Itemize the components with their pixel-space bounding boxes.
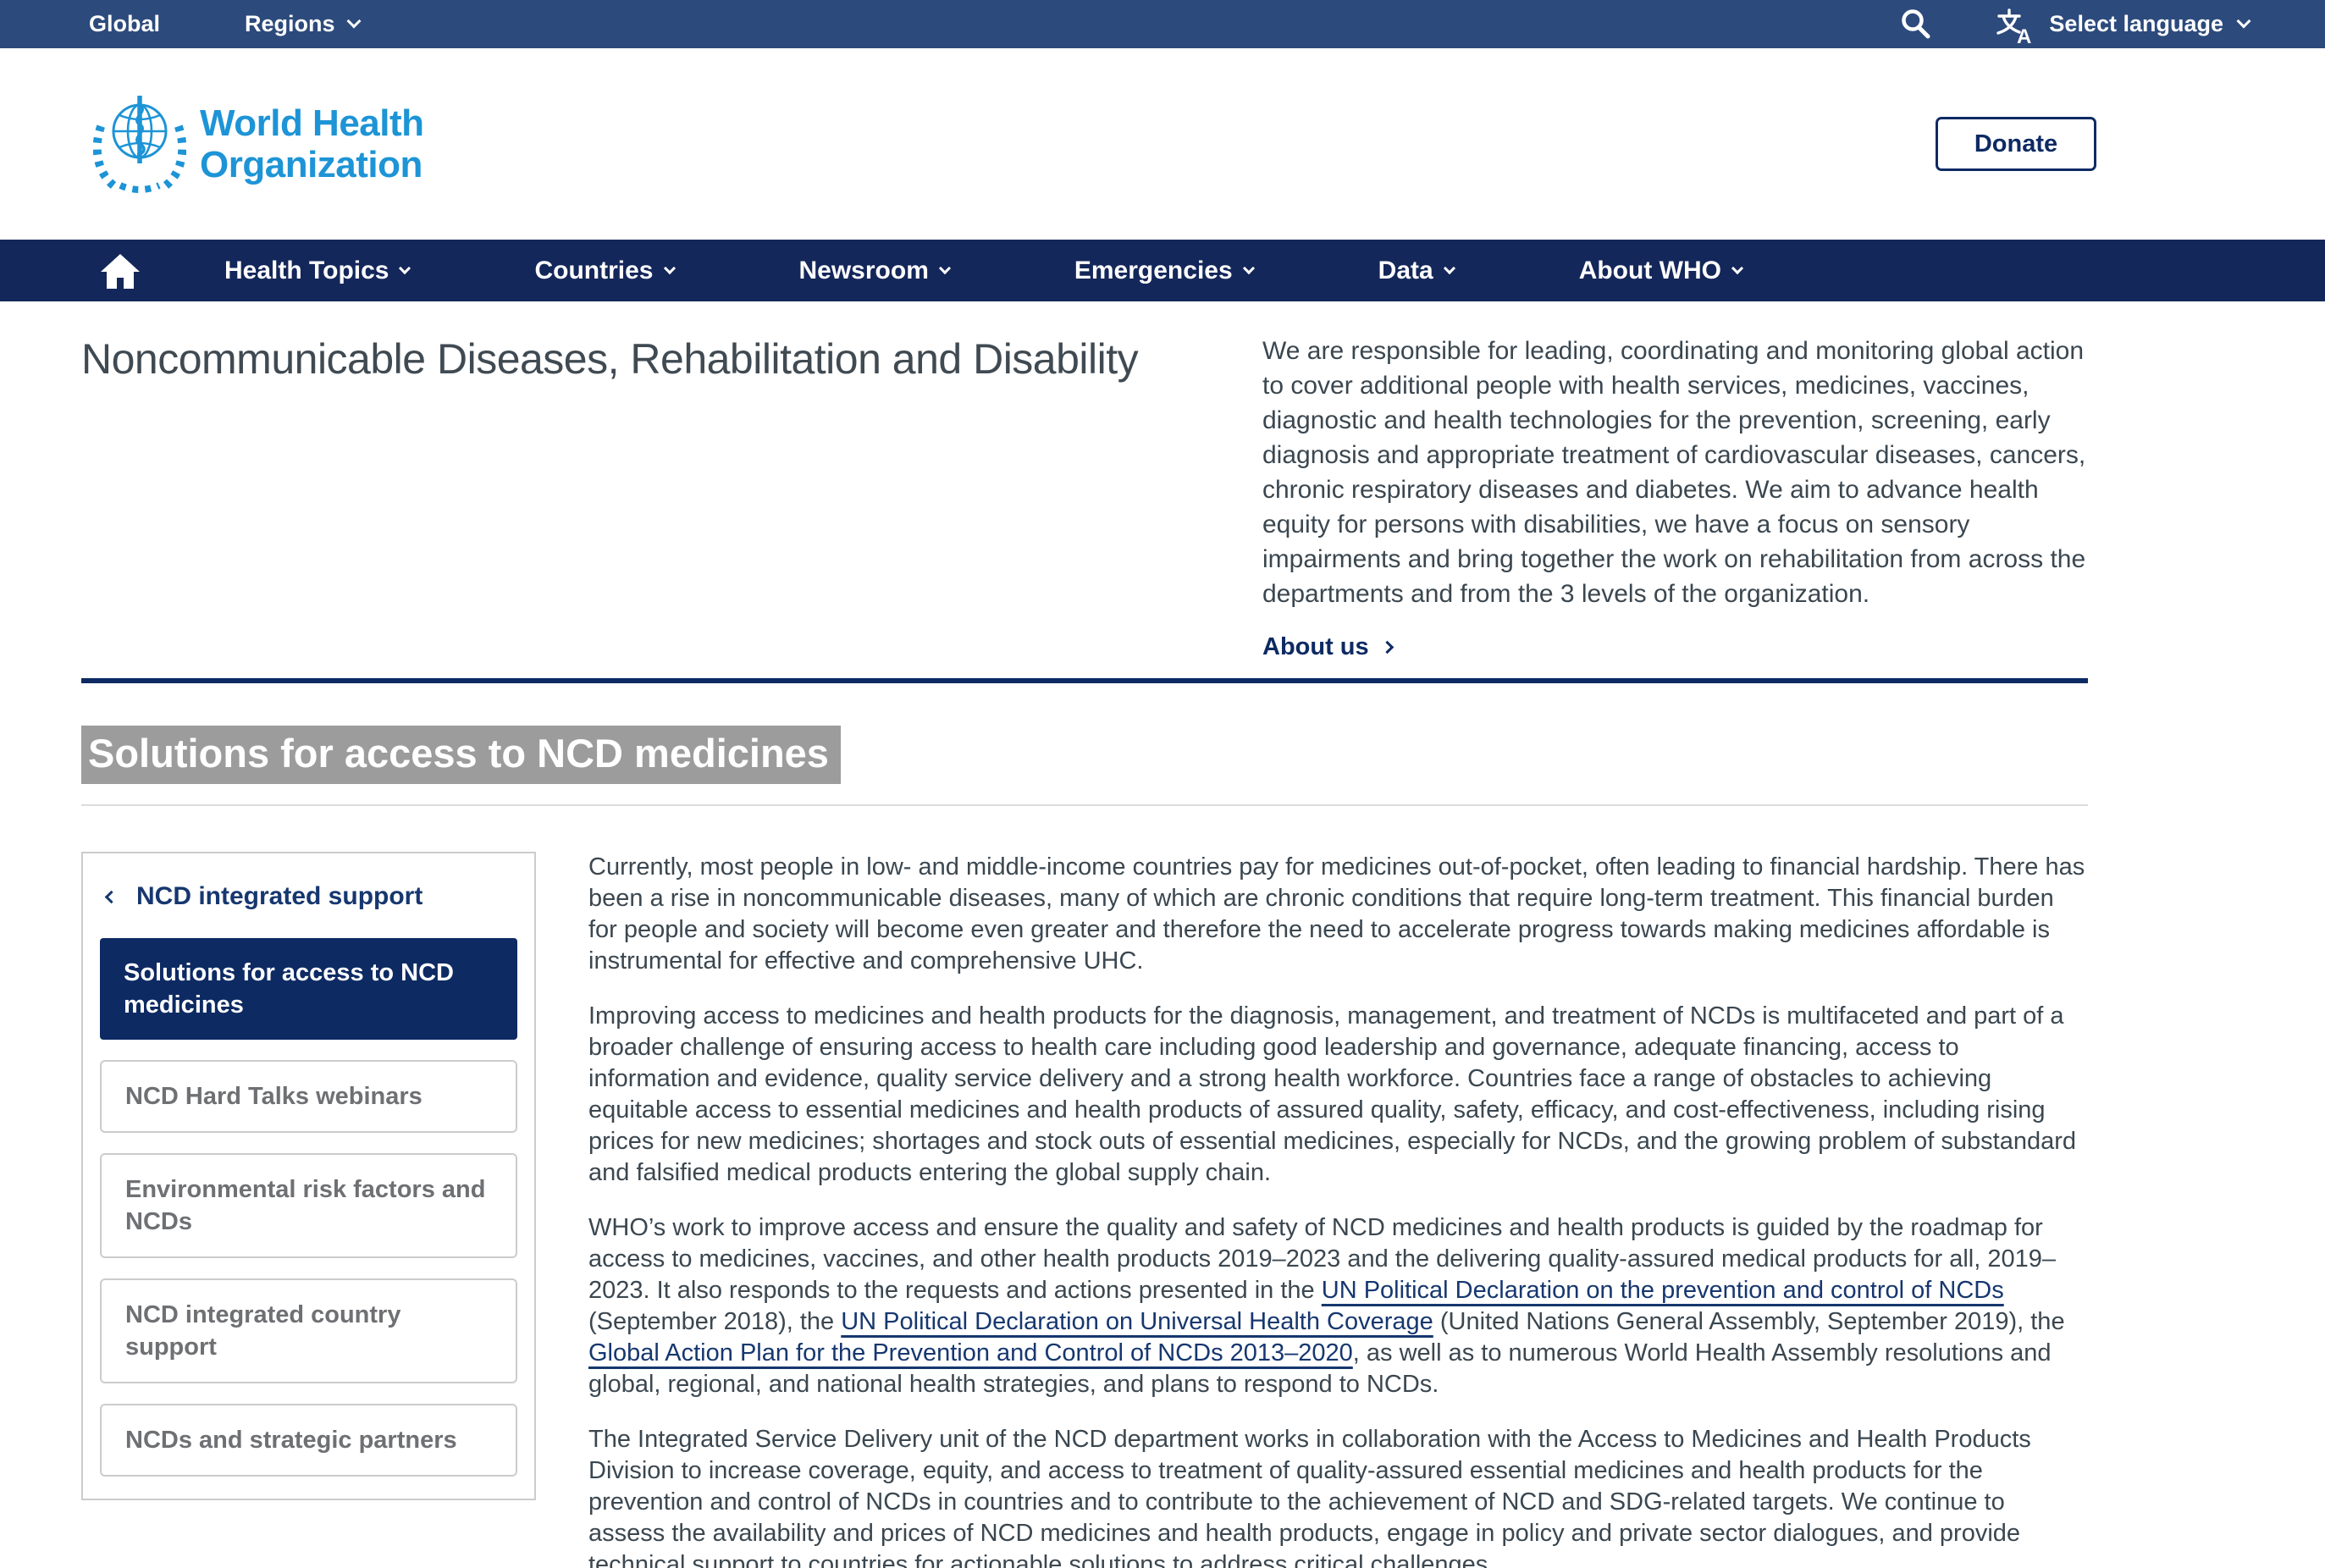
donate-button[interactable]: Donate [1936, 117, 2096, 171]
sidebar-back-link[interactable]: NCD integrated support [100, 875, 517, 918]
article-paragraph: Improving access to medicines and health… [588, 1001, 2086, 1189]
inline-link[interactable]: UN Political Declaration on the preventi… [1322, 1277, 2004, 1304]
global-link[interactable]: Global [89, 11, 160, 37]
who-emblem-icon [93, 91, 186, 197]
chevron-left-icon [105, 890, 119, 903]
about-us-link[interactable]: About us [1262, 633, 2088, 661]
chevron-down-icon [346, 14, 361, 28]
translate-icon: A [1993, 5, 2034, 44]
top-utility-bar: Global Regions A [0, 0, 2325, 48]
chevron-down-icon [1731, 262, 1743, 273]
svg-text:A: A [2017, 25, 2031, 44]
page-title: Noncommunicable Diseases, Rehabilitation… [81, 334, 1140, 661]
who-logo[interactable]: World Health Organization [93, 91, 424, 197]
nav-item-emergencies[interactable]: Emergencies [1074, 257, 1253, 285]
chevron-down-icon [939, 262, 951, 273]
nav-item-countries[interactable]: Countries [534, 257, 673, 285]
language-selector-label: Select language [2049, 11, 2223, 37]
who-logo-text: World Health Organization [200, 102, 424, 185]
home-icon [100, 251, 141, 290]
search-icon[interactable] [1898, 7, 1934, 42]
sidebar-item-strategic-partners[interactable]: NCDs and strategic partners [100, 1404, 517, 1477]
nav-item-data[interactable]: Data [1378, 257, 1454, 285]
chevron-down-icon [1243, 262, 1255, 273]
hero-intro-text: We are responsible for leading, coordina… [1262, 334, 2088, 611]
global-link-label: Global [89, 11, 160, 37]
sidebar-nav: NCD integrated support Solutions for acc… [81, 852, 536, 1500]
article-paragraph: The Integrated Service Delivery unit of … [588, 1424, 2086, 1568]
article: Currently, most people in low- and middl… [588, 852, 2088, 1568]
divider-light [81, 804, 2088, 806]
sidebar-item-environmental-risk-factors[interactable]: Environmental risk factors and NCDs [100, 1153, 517, 1258]
sidebar-item-integrated-country-support[interactable]: NCD integrated country support [100, 1278, 517, 1383]
sidebar-item-hard-talks-webinars[interactable]: NCD Hard Talks webinars [100, 1060, 517, 1133]
chevron-down-icon [399, 262, 411, 273]
inline-link[interactable]: Global Action Plan for the Prevention an… [588, 1339, 1353, 1366]
inline-link[interactable]: UN Political Declaration on Universal He… [841, 1308, 1433, 1335]
nav-item-newsroom[interactable]: Newsroom [799, 257, 949, 285]
nav-item-about-who[interactable]: About WHO [1579, 257, 1742, 285]
language-selector[interactable]: A Select language [1993, 5, 2249, 44]
main-nav: Health Topics Countries Newsroom Emergen… [0, 240, 2325, 301]
regions-dropdown[interactable]: Regions [245, 11, 359, 37]
divider-navy [81, 678, 2088, 683]
article-paragraph: Currently, most people in low- and middl… [588, 852, 2086, 977]
chevron-right-icon [1380, 641, 1394, 654]
chevron-down-icon [2237, 14, 2251, 28]
chevron-down-icon [1444, 262, 1455, 273]
site-header: World Health Organization Donate [0, 48, 2325, 240]
section-title-highlighted: Solutions for access to NCD medicines [81, 726, 841, 784]
hero-section: Noncommunicable Diseases, Rehabilitation… [81, 301, 2088, 661]
regions-dropdown-label: Regions [245, 11, 335, 37]
nav-item-health-topics[interactable]: Health Topics [224, 257, 409, 285]
home-nav-button[interactable] [100, 251, 142, 290]
article-paragraph: WHO’s work to improve access and ensure … [588, 1212, 2086, 1400]
sidebar-item-solutions-ncd-medicines[interactable]: Solutions for access to NCD medicines [100, 938, 517, 1040]
chevron-down-icon [663, 262, 675, 273]
